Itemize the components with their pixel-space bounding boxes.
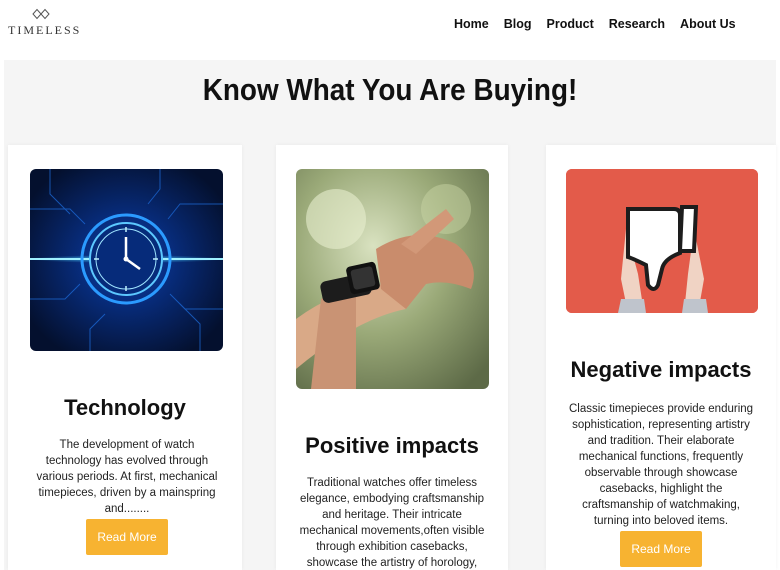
card-positive-impacts: Positive impacts Traditional watches off… (276, 145, 508, 570)
nav-about-us[interactable]: About Us (680, 17, 736, 31)
thumbs-down-image (566, 169, 758, 313)
card-title: Positive impacts (305, 433, 479, 458)
brand-name: TIMELESS (8, 23, 82, 37)
card-text: Classic timepieces provide enduring soph… (568, 403, 754, 527)
brand-logo[interactable]: TIMELESS (8, 8, 82, 38)
card-negative-impacts: Negative impacts Classic timepieces prov… (546, 145, 776, 570)
top-navbar: TIMELESS Home Blog Product Research Abou… (0, 0, 780, 60)
card-text: The development of watch technology has … (36, 439, 218, 515)
card-text: Traditional watches offer timeless elega… (299, 477, 485, 569)
read-more-button[interactable]: Read More (86, 519, 168, 555)
read-more-button[interactable]: Read More (620, 531, 702, 567)
page-title: Know What You Are Buying! (202, 72, 578, 107)
main-content: Know What You Are Buying! Technology The… (4, 60, 776, 570)
nav-research[interactable]: Research (609, 17, 665, 31)
card-title: Technology (64, 395, 186, 420)
diamond-logo-icon (32, 8, 50, 20)
card-title: Negative impacts (570, 357, 752, 382)
wrist-watch-photo (296, 169, 489, 389)
card-technology: Technology The development of watch tech… (8, 145, 242, 570)
nav-home[interactable]: Home (454, 17, 489, 31)
watch-technology-image (30, 169, 223, 351)
nav-blog[interactable]: Blog (504, 17, 532, 31)
main-nav: Home Blog Product Research About Us (454, 17, 736, 31)
nav-product[interactable]: Product (547, 17, 594, 31)
